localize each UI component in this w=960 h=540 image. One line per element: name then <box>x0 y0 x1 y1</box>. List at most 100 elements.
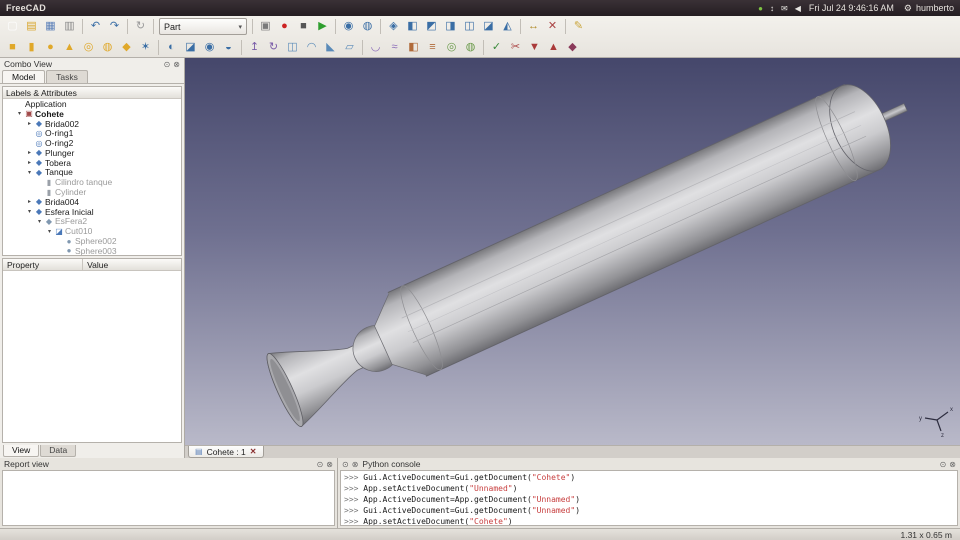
chevron-down-icon[interactable]: ▾ <box>25 208 34 215</box>
file-print-button[interactable]: ▥ <box>60 17 79 36</box>
tree-item-esfera2[interactable]: ▾◆EsFera2 <box>3 217 181 227</box>
part-cone-button[interactable]: ▲ <box>60 38 79 57</box>
import-shape-button[interactable]: ▼ <box>525 38 544 57</box>
tree-item-sphere002[interactable]: ●Sphere002 <box>3 236 181 246</box>
3d-viewport[interactable]: x y z <box>185 58 960 445</box>
tab-tasks[interactable]: Tasks <box>46 70 88 83</box>
rocket-tank-body[interactable] <box>388 84 883 376</box>
chevron-down-icon[interactable]: ▾ <box>25 169 34 176</box>
navigation-cross-icon[interactable]: x y z <box>919 407 953 439</box>
macro-stop-button[interactable]: ■ <box>294 17 313 36</box>
measure-clear-button[interactable]: ✕ <box>543 17 562 36</box>
export-shape-button[interactable]: ▲ <box>544 38 563 57</box>
session-menu[interactable]: ⚙ humberto <box>904 3 954 14</box>
check-geometry-button[interactable]: ✓ <box>487 38 506 57</box>
part-torus-button[interactable]: ◎ <box>79 38 98 57</box>
close-document-icon[interactable]: ✕ <box>250 447 257 456</box>
part-section-button[interactable]: ◧ <box>404 38 423 57</box>
macro-execute-button[interactable]: ▶ <box>313 17 332 36</box>
clock-menu[interactable]: Fri Jul 24 9:46:16 AM <box>809 3 894 13</box>
view-top-button[interactable]: ◩ <box>422 17 441 36</box>
chevron-down-icon[interactable]: ▾ <box>15 110 24 117</box>
float-panel-icon[interactable]: ⊙ <box>164 60 171 69</box>
part-box-button[interactable]: ■ <box>3 38 22 57</box>
float-panel-icon[interactable]: ⊙ <box>317 460 324 469</box>
close-panel-icon[interactable]: ⊗ <box>352 460 359 469</box>
close-panel-icon[interactable]: ⊗ <box>949 460 956 469</box>
tree-item-cohete[interactable]: ▾▣Cohete <box>3 109 181 119</box>
part-tube-button[interactable]: ◍ <box>98 38 117 57</box>
indicator-volume-icon[interactable]: ◀ <box>795 4 801 13</box>
part-loft-button[interactable]: ◡ <box>366 38 385 57</box>
boolean-union-button[interactable]: ◉ <box>200 38 219 57</box>
tab-model[interactable]: Model <box>2 70 45 83</box>
defeaturing-button[interactable]: ✂ <box>506 38 525 57</box>
chevron-right-icon[interactable]: ▸ <box>25 198 34 205</box>
float-panel-icon[interactable]: ⊙ <box>342 460 349 469</box>
edit-undo-button[interactable]: ↶ <box>86 17 105 36</box>
file-open-button[interactable]: ▤ <box>22 17 41 36</box>
tab-view[interactable]: View <box>3 445 39 457</box>
refine-shape-button[interactable]: ◆ <box>563 38 582 57</box>
view-isometric-button[interactable]: ◈ <box>384 17 403 36</box>
tree-item-cut010[interactable]: ▾◪Cut010 <box>3 226 181 236</box>
tree-item-tobera[interactable]: ▸◆Tobera <box>3 158 181 168</box>
view-right-button[interactable]: ◨ <box>441 17 460 36</box>
tree-item-brida002[interactable]: ▸◆Brida002 <box>3 119 181 129</box>
python-console-content[interactable]: >>> Gui.ActiveDocument=Gui.getDocument("… <box>340 470 958 526</box>
part-cylinder-button[interactable]: ▮ <box>22 38 41 57</box>
part-offset-button[interactable]: ◎ <box>442 38 461 57</box>
draw-style-button[interactable]: ◍ <box>358 17 377 36</box>
tree-item-cylinder[interactable]: ▮Cylinder <box>3 187 181 197</box>
tree-item-brida004[interactable]: ▸◆Brida004 <box>3 197 181 207</box>
edit-redo-button[interactable]: ↷ <box>105 17 124 36</box>
tree-item-plunger[interactable]: ▸◆Plunger <box>3 148 181 158</box>
file-new-button[interactable]: ▢ <box>3 17 22 36</box>
chevron-right-icon[interactable]: ▸ <box>25 149 34 156</box>
close-panel-icon[interactable]: ⊗ <box>173 60 180 69</box>
chevron-right-icon[interactable]: ▸ <box>25 159 34 166</box>
part-fillet-button[interactable]: ◠ <box>302 38 321 57</box>
part-chamfer-button[interactable]: ◣ <box>321 38 340 57</box>
indicator-network-icon[interactable]: ↕ <box>770 4 774 13</box>
report-view-content[interactable] <box>2 470 335 526</box>
boolean-cut-button[interactable]: ◪ <box>181 38 200 57</box>
part-thickness-button[interactable]: ◍ <box>461 38 480 57</box>
indicator-status-icon[interactable]: ● <box>758 4 763 13</box>
macro-dialog-button[interactable]: ▣ <box>256 17 275 36</box>
view-rear-button[interactable]: ◫ <box>460 17 479 36</box>
tree-item-esfera-inicial[interactable]: ▾◆Esfera Inicial <box>3 207 181 217</box>
file-save-button[interactable]: ▦ <box>41 17 60 36</box>
tree-item-o-ring2[interactable]: ◎O-ring2 <box>3 138 181 148</box>
boolean-common-button[interactable]: ◒ <box>219 38 238 57</box>
chevron-down-icon[interactable]: ▾ <box>45 228 54 235</box>
part-revolve-button[interactable]: ↻ <box>264 38 283 57</box>
rocket-model[interactable]: x y z <box>185 58 960 445</box>
tree-item-tanque[interactable]: ▾◆Tanque <box>3 168 181 178</box>
tree-item-cilindro-tanque[interactable]: ▮Cilindro tanque <box>3 177 181 187</box>
view-front-button[interactable]: ◧ <box>403 17 422 36</box>
chevron-down-icon[interactable]: ▾ <box>35 218 44 225</box>
view-refresh-button[interactable]: ↻ <box>131 17 150 36</box>
shape-builder-button[interactable]: ✶ <box>136 38 155 57</box>
boolean-operation-button[interactable]: ◐ <box>162 38 181 57</box>
part-sphere-button[interactable]: ● <box>41 38 60 57</box>
close-panel-icon[interactable]: ⊗ <box>326 460 333 469</box>
tree-item-sphere003[interactable]: ●Sphere003 <box>3 246 181 256</box>
part-extrude-button[interactable]: ↥ <box>245 38 264 57</box>
edit-pencil-button[interactable]: ✎ <box>569 17 588 36</box>
macro-record-button[interactable]: ● <box>275 17 294 36</box>
measure-distance-button[interactable]: ↔ <box>524 17 543 36</box>
view-bottom-button[interactable]: ◪ <box>479 17 498 36</box>
ruled-surface-button[interactable]: ▱ <box>340 38 359 57</box>
part-mirror-button[interactable]: ◫ <box>283 38 302 57</box>
view-fit-all-button[interactable]: ◉ <box>339 17 358 36</box>
part-sweep-button[interactable]: ≈ <box>385 38 404 57</box>
cross-sections-button[interactable]: ≡ <box>423 38 442 57</box>
tree-item-application[interactable]: Application <box>3 99 181 109</box>
workbench-selector[interactable]: Part▾ <box>159 18 247 35</box>
indicator-mail-icon[interactable]: ✉ <box>781 4 788 13</box>
document-tab-cohete[interactable]: ▤ Cohete : 1 ✕ <box>188 446 264 458</box>
chevron-right-icon[interactable]: ▸ <box>25 120 34 127</box>
part-primitives-button[interactable]: ◆ <box>117 38 136 57</box>
